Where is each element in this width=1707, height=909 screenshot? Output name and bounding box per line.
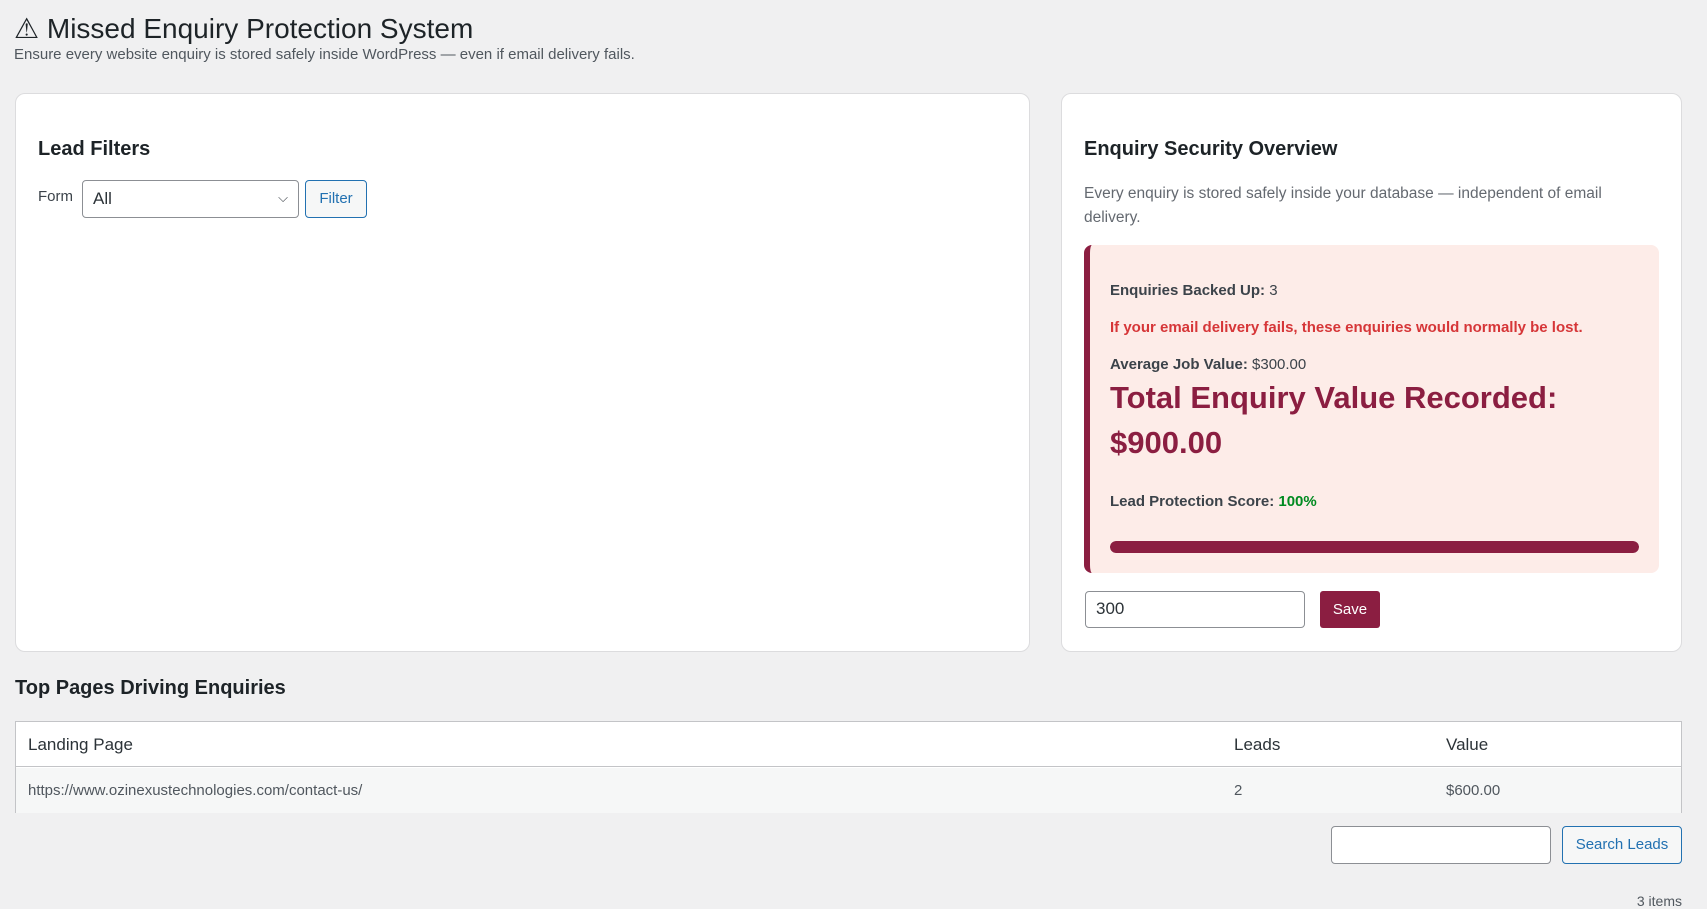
overview-description: Every enquiry is stored safely inside yo… (1084, 185, 1602, 226)
top-pages-table: Landing Page Leads Value https://www.ozi… (15, 721, 1682, 813)
page-subtitle: Ensure every website enquiry is stored s… (14, 46, 635, 63)
protection-progress-bar (1110, 541, 1639, 553)
filter-button[interactable]: Filter (305, 180, 367, 218)
score-label: Lead Protection Score: (1110, 493, 1275, 510)
overview-heading: Enquiry Security Overview (1084, 138, 1338, 160)
score-value: 100% (1278, 493, 1317, 510)
page-title: ⚠ Missed Enquiry Protection System (14, 13, 474, 44)
backed-up-label: Enquiries Backed Up: (1110, 282, 1266, 299)
total-amount: $900.00 (1110, 425, 1223, 460)
total-label: Total Enquiry Value Recorded: (1110, 380, 1558, 415)
backed-up-stat: Enquiries Backed Up: 3 (1110, 282, 1278, 299)
total-value: Total Enquiry Value Recorded: $900.00 (1110, 375, 1630, 465)
search-leads-input[interactable] (1331, 826, 1551, 864)
lead-filters-card: Lead Filters Form All ⌵ Filter (15, 93, 1030, 652)
leads-cell: 2 (1234, 782, 1243, 799)
form-label: Form (38, 188, 73, 205)
form-select-value: All (93, 189, 112, 208)
form-select[interactable]: All ⌵ (82, 180, 299, 218)
avg-value: $300.00 (1252, 356, 1307, 373)
table-header: Landing Page Leads Value (16, 722, 1681, 767)
avg-value-input[interactable]: 300 (1085, 591, 1305, 628)
backed-up-value: 3 (1269, 282, 1278, 299)
avg-label: Average Job Value: (1110, 356, 1248, 373)
score-stat: Lead Protection Score: 100% (1110, 493, 1317, 510)
progress-fill (1110, 541, 1639, 553)
table-row: https://www.ozinexustechnologies.com/con… (16, 768, 1681, 813)
items-count: 3 items (1636, 893, 1682, 909)
landing-page-cell: https://www.ozinexustechnologies.com/con… (28, 782, 363, 799)
save-button[interactable]: Save (1320, 591, 1380, 628)
lead-filters-heading: Lead Filters (38, 138, 151, 160)
column-header[interactable]: Landing Page (28, 722, 133, 767)
column-header[interactable]: Leads (1234, 722, 1280, 767)
stats-panel: Enquiries Backed Up: 3 If your email del… (1084, 245, 1659, 573)
column-header[interactable]: Value (1446, 722, 1488, 767)
search-leads-button[interactable]: Search Leads (1562, 826, 1682, 864)
avg-job-stat: Average Job Value: $300.00 (1110, 356, 1306, 373)
top-pages-heading: Top Pages Driving Enquiries (15, 677, 286, 699)
enquiry-security-card: Enquiry Security Overview Every enquiry … (1061, 93, 1682, 652)
warning-text: If your email delivery fails, these enqu… (1110, 319, 1583, 336)
chevron-down-icon: ⌵ (278, 190, 288, 205)
value-cell: $600.00 (1446, 782, 1501, 799)
